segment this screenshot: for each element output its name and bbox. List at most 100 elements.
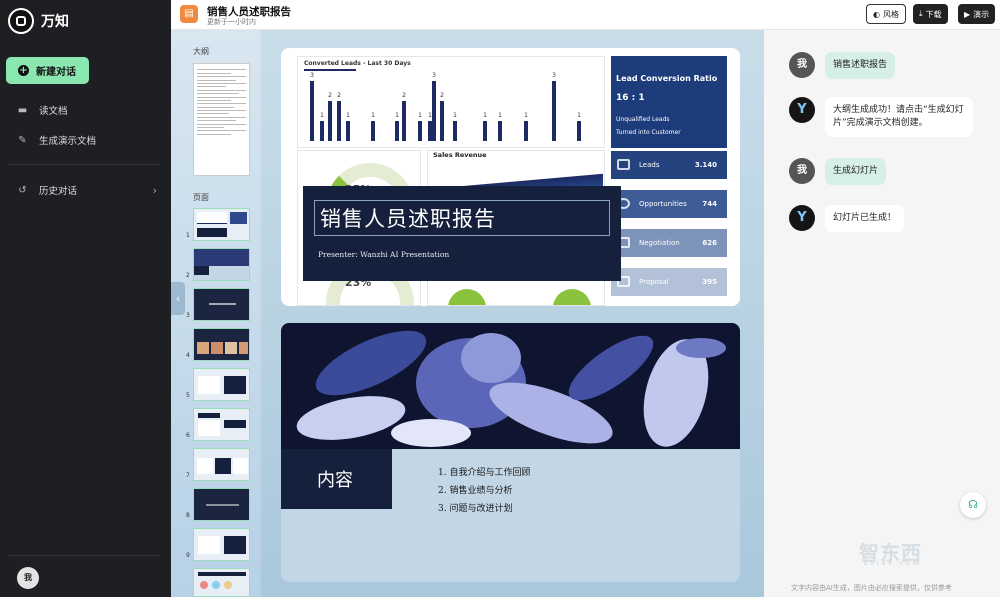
chat-message-user: 我 销售述职报告 [789, 52, 896, 79]
sidebar-item-read-doc[interactable]: ▬ 读文档 [17, 103, 157, 118]
chat-message-bot: Y 大纲生成成功！请点击“生成幻灯片”完成演示文档创建。 [789, 97, 973, 137]
outline-panel: 大纲 页面 1 2 3 4 5 6 7 8 9 [171, 30, 261, 597]
presenter-line[interactable]: Presenter: Wanzhi AI Presentation [318, 250, 449, 259]
download-button[interactable]: ⤓ 下载 [913, 4, 948, 24]
sales-revenue-title: Sales Revenue [433, 151, 487, 159]
collapse-panel-button[interactable]: ‹ [171, 282, 185, 315]
bar-value-label: 2 [337, 92, 341, 99]
page-number: 6 [186, 432, 190, 439]
bar-value-label: 2 [328, 92, 332, 99]
headset-support-icon[interactable]: ☊ [960, 492, 986, 518]
edit-doc-icon: ✎ [18, 134, 27, 146]
sidebar-item-generate-presentation[interactable]: ✎ 生成演示文档 [17, 133, 157, 148]
page-thumbnail[interactable] [193, 208, 250, 241]
sidebar-divider [8, 164, 160, 165]
bar-value-label: 1 [346, 112, 350, 119]
page-number: 9 [186, 552, 190, 559]
user-avatar: 我 [789, 52, 815, 78]
watermark-sub: zhidx.com [864, 560, 922, 567]
title-box[interactable]: 销售人员述职报告 Presenter: Wanzhi AI Presentati… [303, 186, 621, 281]
chart-bar [310, 81, 314, 141]
metric-opportunities: Opportunities 744 [611, 190, 727, 218]
wanzhi-logo-icon [8, 8, 34, 34]
bar-value-label: 1 [524, 112, 528, 119]
chart-bar [552, 81, 556, 141]
brand[interactable]: 万知 [8, 8, 69, 34]
chart-bar [453, 121, 457, 141]
app-name: 万知 [41, 14, 69, 30]
chart-bar [483, 121, 487, 141]
metric-value: 395 [702, 278, 717, 286]
sidebar-item-history[interactable]: ↺ 历史对话 › [17, 183, 157, 198]
chart-bar [320, 121, 324, 141]
chart-bar [498, 121, 502, 141]
user-avatar[interactable]: 我 [17, 567, 39, 589]
chart-bar [337, 101, 341, 141]
page-thumbnail[interactable] [193, 528, 250, 561]
slide-1[interactable]: Converted Leads - Last 30 Days 312211121… [281, 48, 740, 306]
bot-avatar: Y [789, 97, 815, 123]
style-button[interactable]: ◐ 风格 [866, 4, 906, 24]
metric-value: 626 [702, 239, 717, 247]
content-list[interactable]: 1. 自我介绍与工作回顾 2. 销售业绩与分析 3. 问题与改进计划 [438, 464, 530, 518]
play-icon: ▶ [964, 9, 971, 19]
bar-value-label: 1 [418, 112, 422, 119]
chart-bar [418, 121, 422, 141]
bar-value-label: 1 [371, 112, 375, 119]
metric-proposal: Proposal 395 [611, 268, 727, 296]
new-chat-button[interactable]: + 新建对话 [6, 57, 89, 84]
bar-value-label: 1 [498, 112, 502, 119]
ai-disclaimer: 文字内容由AI生成，图片由必应搜索提供，仅供参考 [791, 584, 952, 592]
slide-title[interactable]: 销售人员述职报告 [320, 203, 496, 233]
download-button-label: 下载 [925, 9, 942, 19]
top-bar: ▤ 销售人员述职报告 更新于一小时内 ◐ 风格 ⤓ 下载 ▶ 演示 [171, 0, 1000, 30]
content-title-box[interactable]: 内容 [281, 449, 392, 509]
converted-leads-chart: Converted Leads - Last 30 Days 312211121… [297, 56, 605, 148]
page-number: 7 [186, 472, 190, 479]
page-number: 8 [186, 512, 190, 519]
page-thumbnail[interactable] [193, 448, 250, 481]
chat-panel: 我 销售述职报告 Y 大纲生成成功！请点击“生成幻灯片”完成演示文档创建。 我 … [764, 30, 1000, 597]
outline-thumbnail[interactable] [193, 63, 250, 176]
chart-bar [346, 121, 350, 141]
chat-message-user: 我 生成幻灯片 [789, 158, 887, 185]
chat-message-bot: Y 幻灯片已生成！ [789, 205, 905, 232]
chart-bar [440, 101, 444, 141]
plus-icon: + [18, 65, 29, 76]
page-thumbnail[interactable] [193, 248, 250, 281]
app-sidebar: 万知 + 新建对话 ▬ 读文档 ✎ 生成演示文档 ↺ 历史对话 › 我 [0, 0, 171, 597]
page-number: 4 [186, 352, 190, 359]
table-icon [617, 159, 630, 170]
sidebar-item-label: 历史对话 [39, 186, 78, 197]
metric-value: 3.140 [694, 161, 717, 169]
metric-value: 744 [702, 200, 717, 208]
lead-conversion-line1: Unqualified Leads [616, 116, 670, 123]
lead-conversion-ratio: 16 : 1 [616, 93, 645, 103]
chart-bar [395, 121, 399, 141]
chevron-right-icon: › [152, 183, 157, 197]
page-thumbnail[interactable] [193, 328, 250, 361]
page-thumbnail[interactable] [193, 408, 250, 441]
chart-bar [432, 81, 436, 141]
chart-title: Converted Leads - Last 30 Days [304, 60, 411, 67]
chart-bar [402, 101, 406, 141]
page-number: 3 [186, 312, 190, 319]
content-title[interactable]: 内容 [317, 466, 353, 492]
outline-label: 大纲 [193, 47, 209, 56]
present-button[interactable]: ▶ 演示 [958, 4, 996, 24]
sidebar-item-label: 读文档 [39, 106, 68, 117]
metric-label: Leads [639, 161, 660, 169]
message-bubble: 大纲生成成功！请点击“生成幻灯片”完成演示文档创建。 [825, 97, 973, 137]
lead-conversion-title: Lead Conversion Ratio [616, 74, 718, 83]
pages-label: 页面 [193, 193, 209, 202]
style-button-label: 风格 [882, 9, 899, 19]
page-thumbnail[interactable] [193, 568, 250, 597]
message-bubble: 销售述职报告 [825, 52, 896, 79]
pie-icon [448, 289, 486, 305]
page-thumbnail[interactable] [193, 368, 250, 401]
slide-2[interactable]: 内容 1. 自我介绍与工作回顾 2. 销售业绩与分析 3. 问题与改进计划 [281, 323, 740, 582]
folder-icon: ▬ [17, 104, 28, 116]
metric-label: Proposal [639, 278, 669, 286]
page-thumbnail[interactable] [193, 288, 250, 321]
page-thumbnail[interactable] [193, 488, 250, 521]
